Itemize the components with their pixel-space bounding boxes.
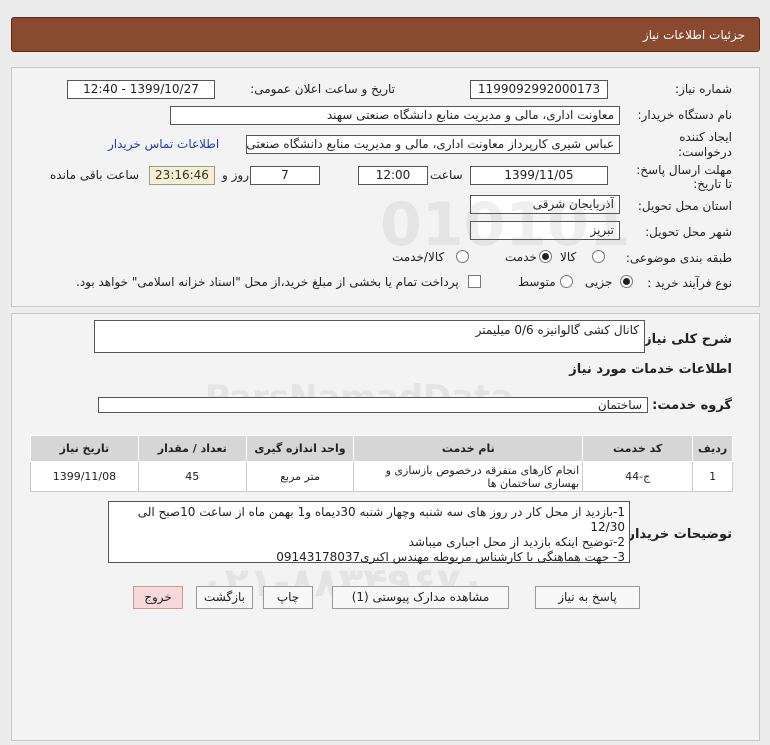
back-button[interactable]: بازگشت [196, 586, 253, 609]
buyer-notes-box: 1-بازدید از محل کار در روز های سه شنبه و… [108, 501, 630, 564]
category-goods-label: کالا [560, 250, 577, 264]
process-minor-label: جزیی [585, 275, 613, 289]
table-row: 1 ج-44 انجام کارهای متفرقه درخصوص بازساز… [30, 461, 733, 492]
creator-field: عباس شیری کارپرداز معاونت اداری، مالی و … [246, 135, 620, 154]
cell-name: انجام کارهای متفرقه درخصوص بازسازی و بهس… [353, 461, 584, 492]
table-header-row: ردیف کد خدمت نام خدمت واحد اندازه گیری ت… [30, 435, 733, 462]
process-medium-label: متوسط [518, 275, 556, 289]
page-header: جزئیات اطلاعات نیاز [11, 17, 760, 52]
category-radio-goods[interactable] [592, 250, 605, 263]
buyer-notes-label: توضیحات خریدار: [622, 527, 732, 542]
deadline-label-1: مهلت ارسال پاسخ: [636, 163, 732, 177]
need-info-panel [11, 67, 760, 307]
need-number-label: شماره نیاز: [675, 82, 732, 96]
buyer-contact-link[interactable]: اطلاعات تماس خریدار [108, 137, 219, 151]
creator-label-2: درخواست: [678, 145, 732, 159]
province-label: استان محل تحویل: [637, 199, 732, 213]
buyer-note-line: 2-توضیح اینکه بازدید از محل اجباری میباش… [408, 535, 625, 549]
process-label: نوع فرآیند خرید : [647, 276, 732, 290]
category-goods-service-label: کالا/خدمت [392, 250, 445, 264]
process-radio-medium[interactable] [560, 275, 573, 288]
category-radio-goods-service[interactable] [456, 250, 469, 263]
announce-label: تاریخ و ساعت اعلان عمومی: [250, 82, 395, 96]
category-service-label: خدمت [505, 250, 537, 264]
creator-label-1: ایجاد کننده [679, 130, 732, 144]
buyer-note-line: 3- جهت هماهنگی با کارشناس مربوطه مهندس ا… [276, 550, 625, 564]
days-label: روز و [222, 168, 249, 182]
deadline-time-field: 12:00 [358, 166, 428, 185]
cell-row: 1 [692, 461, 733, 492]
col-unit: واحد اندازه گیری [245, 435, 355, 462]
treasury-checkbox[interactable] [468, 275, 481, 288]
cell-qty: 45 [137, 461, 247, 492]
city-label: شهر محل تحویل: [645, 225, 732, 239]
city-field: تبریز [470, 221, 620, 240]
buyer-field: معاونت اداری، مالی و مدیریت منابع دانشگا… [170, 106, 620, 125]
deadline-time-label: ساعت [430, 168, 463, 182]
exit-button[interactable]: خروج [133, 586, 183, 609]
province-field: آذربایجان شرقی [470, 195, 620, 214]
deadline-date-field: 1399/11/05 [470, 166, 608, 185]
summary-field: کانال کشی گالوانیزه 0/6 میلیمتر [94, 320, 645, 353]
attachments-button[interactable]: مشاهده مدارک پیوستی (1) [332, 586, 509, 609]
print-button[interactable]: چاپ [263, 586, 313, 609]
treasury-note: پرداخت تمام یا بخشی از مبلغ خرید،از محل … [76, 275, 459, 289]
days-field: 7 [250, 166, 320, 185]
page-title: جزئیات اطلاعات نیاز [642, 28, 745, 42]
buyer-label: نام دستگاه خریدار: [637, 108, 733, 122]
remaining-time-field: 23:16:46 [149, 166, 215, 185]
services-table: ردیف کد خدمت نام خدمت واحد اندازه گیری ت… [30, 435, 733, 492]
cell-code: ج-44 [582, 461, 694, 492]
summary-label: شرح کلی نیاز: [638, 332, 732, 347]
col-name: نام خدمت [353, 435, 584, 462]
col-code: کد خدمت [582, 435, 694, 462]
buyer-note-line: 1-بازدید از محل کار در روز های سه شنبه و… [137, 505, 625, 534]
col-qty: تعداد / مقدار [137, 435, 247, 462]
deadline-label-2: تا تاریخ: [693, 177, 732, 191]
need-number-field: 1199092992000173 [470, 80, 608, 99]
cell-date: 1399/11/08 [30, 461, 139, 492]
col-row: ردیف [692, 435, 733, 462]
cell-unit: متر مربع [245, 461, 355, 492]
service-group-field: ساختمان [98, 397, 648, 413]
category-radio-service[interactable] [539, 250, 552, 263]
category-label: طبقه بندی موضوعی: [625, 251, 732, 265]
process-radio-minor[interactable] [620, 275, 633, 288]
col-date: تاریخ نیاز [30, 435, 139, 462]
reply-button[interactable]: پاسخ به نیاز [535, 586, 640, 609]
remaining-label: ساعت باقی مانده [50, 168, 140, 182]
services-section-title: اطلاعات خدمات مورد نیاز [569, 362, 732, 377]
announce-field: 1399/10/27 - 12:40 [67, 80, 215, 99]
service-group-label: گروه خدمت: [652, 398, 732, 413]
